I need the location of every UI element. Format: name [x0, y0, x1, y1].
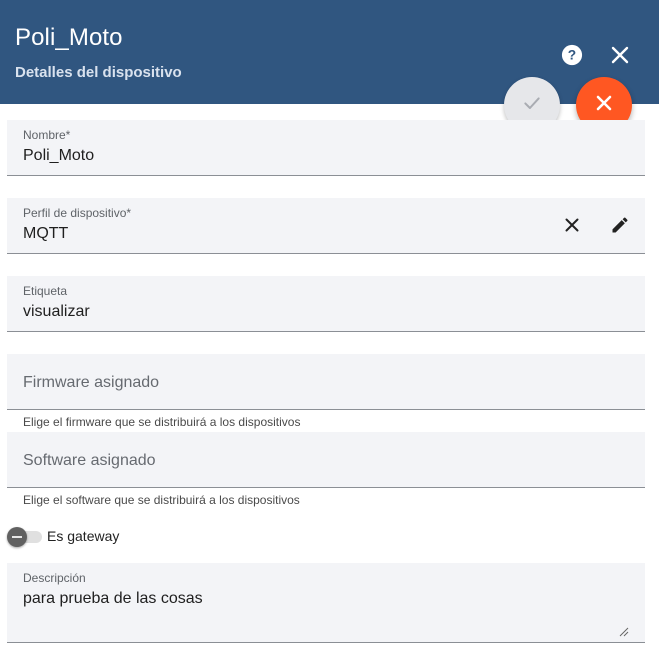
- device-profile-label: Perfil de dispositivo*: [23, 206, 132, 220]
- description-textarea[interactable]: para prueba de las cosas: [23, 590, 203, 608]
- check-icon: [522, 93, 542, 118]
- description-field[interactable]: Descripción para prueba de las cosas: [7, 563, 645, 643]
- device-profile-input[interactable]: MQTT: [23, 225, 68, 243]
- close-icon: [596, 95, 612, 116]
- help-icon[interactable]: ?: [560, 43, 584, 67]
- name-field[interactable]: Nombre* Poli_Moto: [7, 120, 645, 176]
- pencil-icon: [610, 215, 630, 240]
- clear-profile-button[interactable]: [560, 215, 584, 239]
- svg-text:?: ?: [568, 48, 576, 63]
- tag-label: Etiqueta: [23, 284, 68, 298]
- resize-handle-icon[interactable]: [619, 624, 629, 637]
- dialog-header: Poli_Moto Detalles del dispositivo ?: [0, 0, 659, 104]
- gateway-toggle[interactable]: [7, 527, 27, 547]
- dialog-title: Poli_Moto: [15, 24, 123, 51]
- edit-profile-button[interactable]: [608, 215, 632, 239]
- close-icon: [565, 218, 579, 237]
- name-label: Nombre*: [23, 128, 71, 142]
- gateway-label: Es gateway: [47, 528, 120, 544]
- firmware-hint: Elige el firmware que se distribuirá a l…: [23, 415, 301, 429]
- name-input[interactable]: Poli_Moto: [23, 147, 94, 165]
- description-label: Descripción: [23, 571, 86, 585]
- software-hint: Elige el software que se distribuirá a l…: [23, 493, 300, 507]
- dialog-subtitle: Detalles del dispositivo: [15, 64, 182, 81]
- software-input[interactable]: Software asignado: [23, 452, 156, 470]
- device-profile-field[interactable]: Perfil de dispositivo* MQTT: [7, 198, 645, 254]
- firmware-field[interactable]: Firmware asignado: [7, 354, 645, 410]
- tag-input[interactable]: visualizar: [23, 303, 90, 321]
- tag-field[interactable]: Etiqueta visualizar: [7, 276, 645, 332]
- software-field[interactable]: Software asignado: [7, 432, 645, 488]
- close-icon[interactable]: [608, 43, 632, 67]
- firmware-input[interactable]: Firmware asignado: [23, 374, 159, 392]
